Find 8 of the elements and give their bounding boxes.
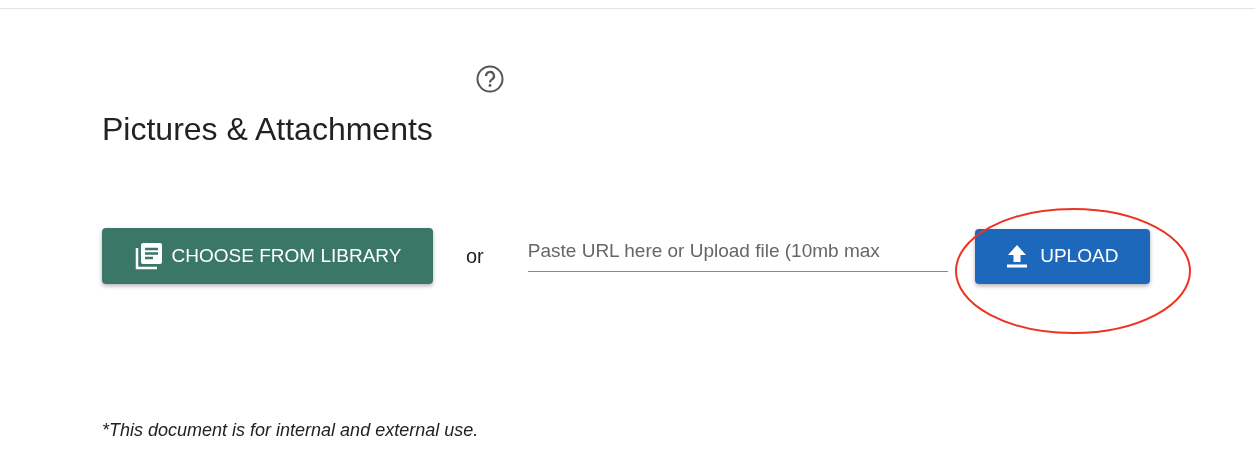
footnote-text: *This document is for internal and external use. [102, 419, 480, 442]
help-icon[interactable] [474, 64, 505, 94]
upload-icon [1006, 244, 1029, 268]
section-title: Pictures & Attachments [102, 110, 433, 149]
library-button[interactable]: CHOOSE FROM LIBRARY [102, 228, 433, 284]
upload-button[interactable]: UPLOAD [974, 228, 1150, 284]
library-icon [133, 241, 164, 271]
separator-text: or [466, 244, 484, 269]
